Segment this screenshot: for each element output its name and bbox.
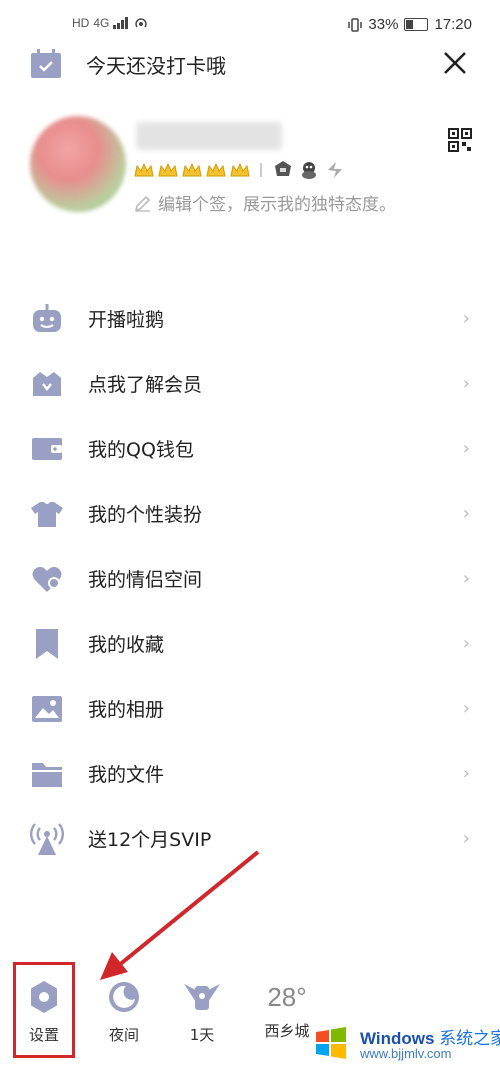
checkin-text: 今天还没打卡哦 <box>86 53 226 78</box>
checkin-days-button[interactable]: 1天 <box>172 980 232 1045</box>
menu-label: 我的文件 <box>88 764 165 786</box>
menu-item-vip[interactable]: 点我了解会员 › <box>0 351 500 416</box>
vip-crown-icon <box>30 367 64 401</box>
menu-label: 我的QQ钱包 <box>88 439 194 461</box>
menu-label: 我的收藏 <box>88 634 165 656</box>
chevron-right-icon: › <box>462 568 470 589</box>
annotation-highlight-box <box>13 962 75 1058</box>
calendar-check-icon <box>31 49 61 78</box>
profile-section: 编辑个签，展示我的独特态度。 <box>30 112 480 222</box>
temperature-value: 28° <box>267 982 307 1012</box>
chevron-right-icon: › <box>462 633 470 654</box>
pencil-icon <box>134 195 151 212</box>
chevron-right-icon: › <box>462 373 470 394</box>
chevron-right-icon: › <box>462 503 470 524</box>
menu-label: 我的个性装扮 <box>88 504 203 526</box>
vibrate-icon <box>348 17 363 32</box>
signal-icon <box>113 17 129 29</box>
status-bar: HD 4G 33% 17:20 <box>0 0 500 46</box>
watermark: Windows 系统之家 www.bjjmlv.com <box>308 1020 500 1068</box>
menu-item-wallet[interactable]: 我的QQ钱包 › <box>0 416 500 481</box>
penguin-badge-icon <box>302 162 316 179</box>
status-right: 33% 17:20 <box>348 16 472 33</box>
wings-badge-icon <box>184 984 220 1010</box>
menu-item-theme[interactable]: 我的个性装扮 › <box>0 481 500 546</box>
hotspot-icon <box>135 18 148 28</box>
shirt-icon <box>30 497 64 531</box>
clock: 17:20 <box>434 16 472 33</box>
days-label: 1天 <box>189 1026 215 1044</box>
menu-item-files[interactable]: 我的文件 › <box>0 741 500 806</box>
crown-icon <box>158 162 178 177</box>
crown-icon <box>134 162 154 177</box>
night-label: 夜间 <box>108 1026 139 1044</box>
menu-label: 我的相册 <box>88 699 165 721</box>
chevron-right-icon: › <box>462 438 470 459</box>
moon-icon <box>109 982 139 1012</box>
signature-text: 编辑个签，展示我的独特态度。 <box>158 195 396 215</box>
crown-icon <box>182 162 202 177</box>
close-icon[interactable] <box>440 48 470 78</box>
menu-label: 送12个月SVIP <box>88 829 212 851</box>
battery-icon <box>404 18 429 31</box>
folder-icon <box>30 757 64 791</box>
status-left: HD 4G <box>72 16 149 30</box>
signature-edit[interactable]: 编辑个签，展示我的独特态度。 <box>134 190 396 215</box>
heart-icon <box>30 562 64 596</box>
hd-indicator: HD <box>72 16 90 30</box>
broadcast-icon <box>30 822 64 856</box>
crown-icon <box>206 162 226 177</box>
qr-code-icon[interactable] <box>448 128 472 152</box>
menu-label: 我的情侣空间 <box>88 569 203 591</box>
menu-list: 开播啦鹅 › 点我了解会员 › 我的QQ钱包 › 我的个性装扮 › 我的情侣空间… <box>0 286 500 871</box>
game-badge-icon <box>275 161 291 176</box>
menu-item-live[interactable]: 开播啦鹅 › <box>0 286 500 351</box>
watermark-url: www.bjjmlv.com <box>360 1046 452 1061</box>
menu-label: 开播啦鹅 <box>88 309 165 331</box>
windows-logo-icon <box>316 1027 346 1059</box>
menu-item-couple[interactable]: 我的情侣空间 › <box>0 546 500 611</box>
bolt-badge-icon <box>328 162 342 178</box>
wallet-icon <box>30 432 64 466</box>
menu-item-svip[interactable]: 送12个月SVIP › <box>0 806 500 871</box>
badge-divider <box>260 163 262 177</box>
network-type: 4G <box>93 16 110 30</box>
nickname-blurred[interactable] <box>136 122 282 150</box>
chevron-right-icon: › <box>462 828 470 849</box>
crown-icon <box>230 162 250 177</box>
level-badges[interactable] <box>134 160 346 180</box>
menu-item-album[interactable]: 我的相册 › <box>0 676 500 741</box>
photo-icon <box>30 692 64 726</box>
battery-percent: 33% <box>368 16 399 33</box>
chevron-right-icon: › <box>462 308 470 329</box>
bookmark-icon <box>30 627 64 661</box>
menu-label: 点我了解会员 <box>88 374 203 396</box>
chevron-right-icon: › <box>462 763 470 784</box>
chevron-right-icon: › <box>462 698 470 719</box>
night-mode-button[interactable]: 夜间 <box>94 980 154 1045</box>
robot-icon <box>30 302 64 336</box>
avatar[interactable] <box>30 116 126 212</box>
checkin-row[interactable]: 今天还没打卡哦 <box>30 46 470 82</box>
menu-item-favorites[interactable]: 我的收藏 › <box>0 611 500 676</box>
